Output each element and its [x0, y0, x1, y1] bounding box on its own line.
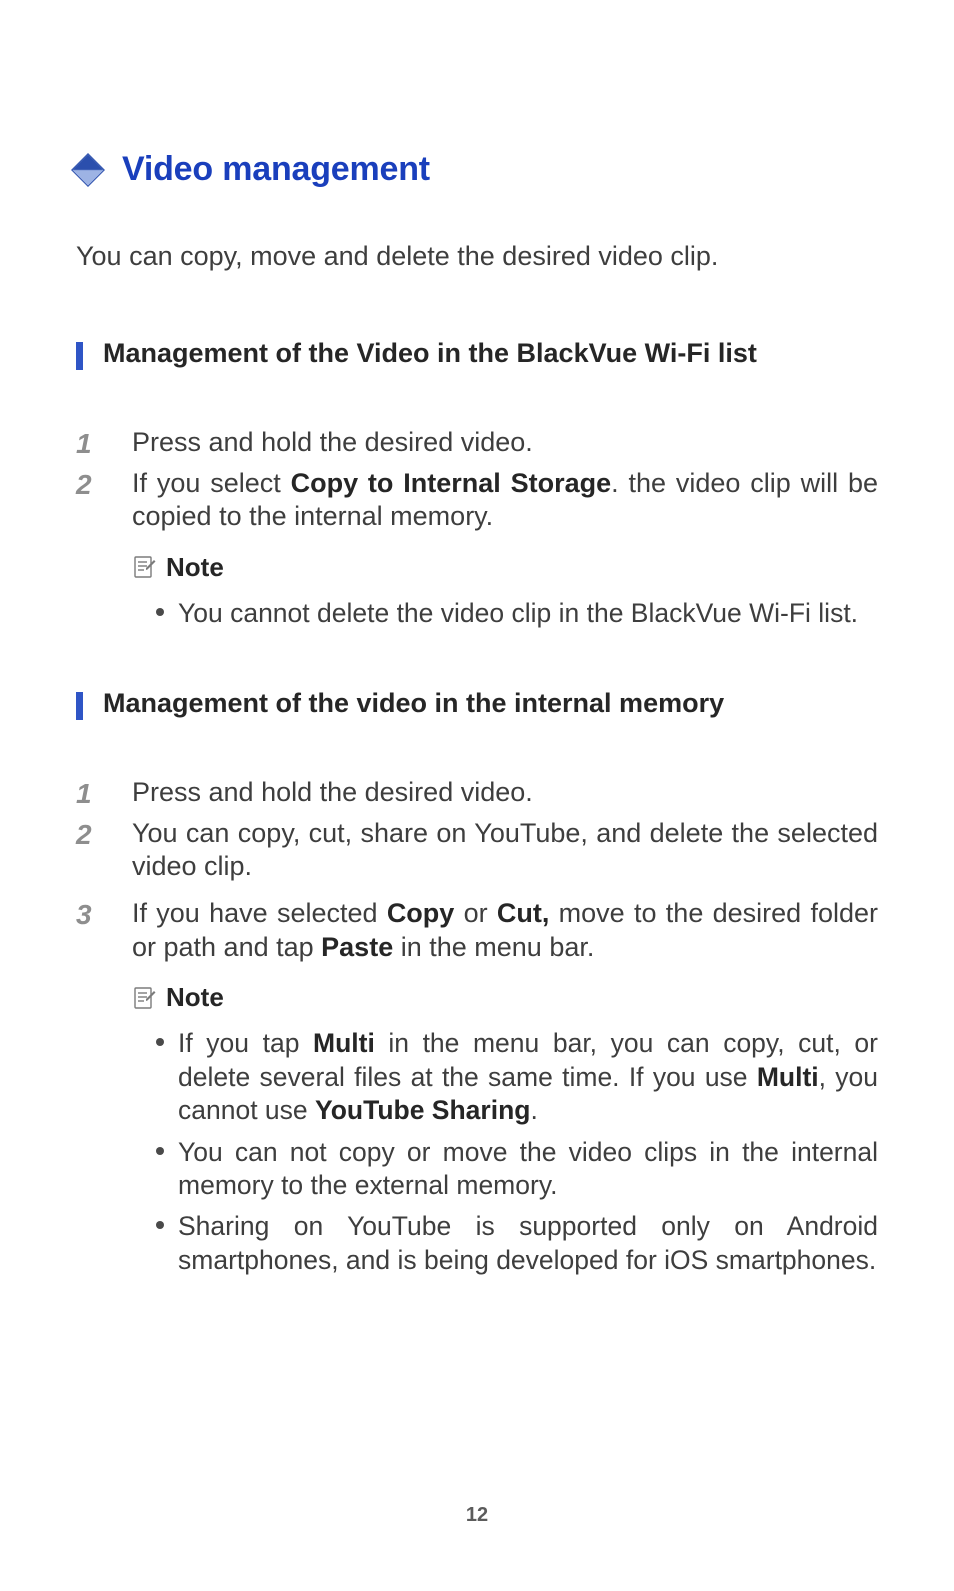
- subheading-bar-icon: [76, 692, 83, 720]
- note-block: Note You cannot delete the video clip in…: [132, 552, 878, 630]
- step-text: If you select Copy to Internal Storage. …: [132, 467, 878, 534]
- note-item: If you tap Multi in the menu bar, you ca…: [156, 1027, 878, 1127]
- subheading-row: Management of the Video in the BlackVue …: [76, 338, 878, 370]
- diamond-icon: [71, 153, 105, 187]
- page-number: 12: [0, 1504, 954, 1527]
- section-heading-row: Video management: [76, 150, 878, 189]
- manual-page: Video management You can copy, move and …: [0, 0, 954, 1591]
- step-item: 2 You can copy, cut, share on YouTube, a…: [76, 817, 878, 884]
- note-header: Note: [132, 982, 878, 1013]
- step-text: You can copy, cut, share on YouTube, and…: [132, 817, 878, 884]
- subheading-text: Management of the Video in the BlackVue …: [103, 338, 757, 369]
- subheading-text: Management of the video in the internal …: [103, 688, 724, 719]
- note-item: You can not copy or move the video clips…: [156, 1136, 878, 1203]
- step-number: 2: [76, 467, 132, 502]
- note-header: Note: [132, 552, 878, 583]
- step-text: If you have selected Copy or Cut, move t…: [132, 897, 878, 964]
- step-text: Press and hold the desired video.: [132, 426, 878, 459]
- step-number: 1: [76, 776, 132, 811]
- subheading-bar-icon: [76, 342, 83, 370]
- step-item: 1 Press and hold the desired video.: [76, 426, 878, 461]
- step-number: 1: [76, 426, 132, 461]
- step-item: 3 If you have selected Copy or Cut, move…: [76, 897, 878, 964]
- subheading-row: Management of the video in the internal …: [76, 688, 878, 720]
- step-number: 2: [76, 817, 132, 852]
- section-heading: Video management: [122, 150, 430, 189]
- note-icon: [132, 987, 156, 1009]
- note-item: You cannot delete the video clip in the …: [156, 597, 878, 630]
- note-list: If you tap Multi in the menu bar, you ca…: [132, 1027, 878, 1277]
- note-item: Sharing on YouTube is supported only on …: [156, 1210, 878, 1277]
- step-number: 3: [76, 897, 132, 932]
- note-label: Note: [166, 982, 224, 1013]
- steps-list: 1 Press and hold the desired video. 2 If…: [76, 426, 878, 630]
- step-item: 2 If you select Copy to Internal Storage…: [76, 467, 878, 534]
- step-item: 1 Press and hold the desired video.: [76, 776, 878, 811]
- note-list: You cannot delete the video clip in the …: [132, 597, 878, 630]
- step-text: Press and hold the desired video.: [132, 776, 878, 809]
- steps-list: 1 Press and hold the desired video. 2 Yo…: [76, 776, 878, 1277]
- note-block: Note If you tap Multi in the menu bar, y…: [132, 982, 878, 1277]
- note-label: Note: [166, 552, 224, 583]
- note-icon: [132, 556, 156, 578]
- intro-paragraph: You can copy, move and delete the desire…: [76, 241, 878, 272]
